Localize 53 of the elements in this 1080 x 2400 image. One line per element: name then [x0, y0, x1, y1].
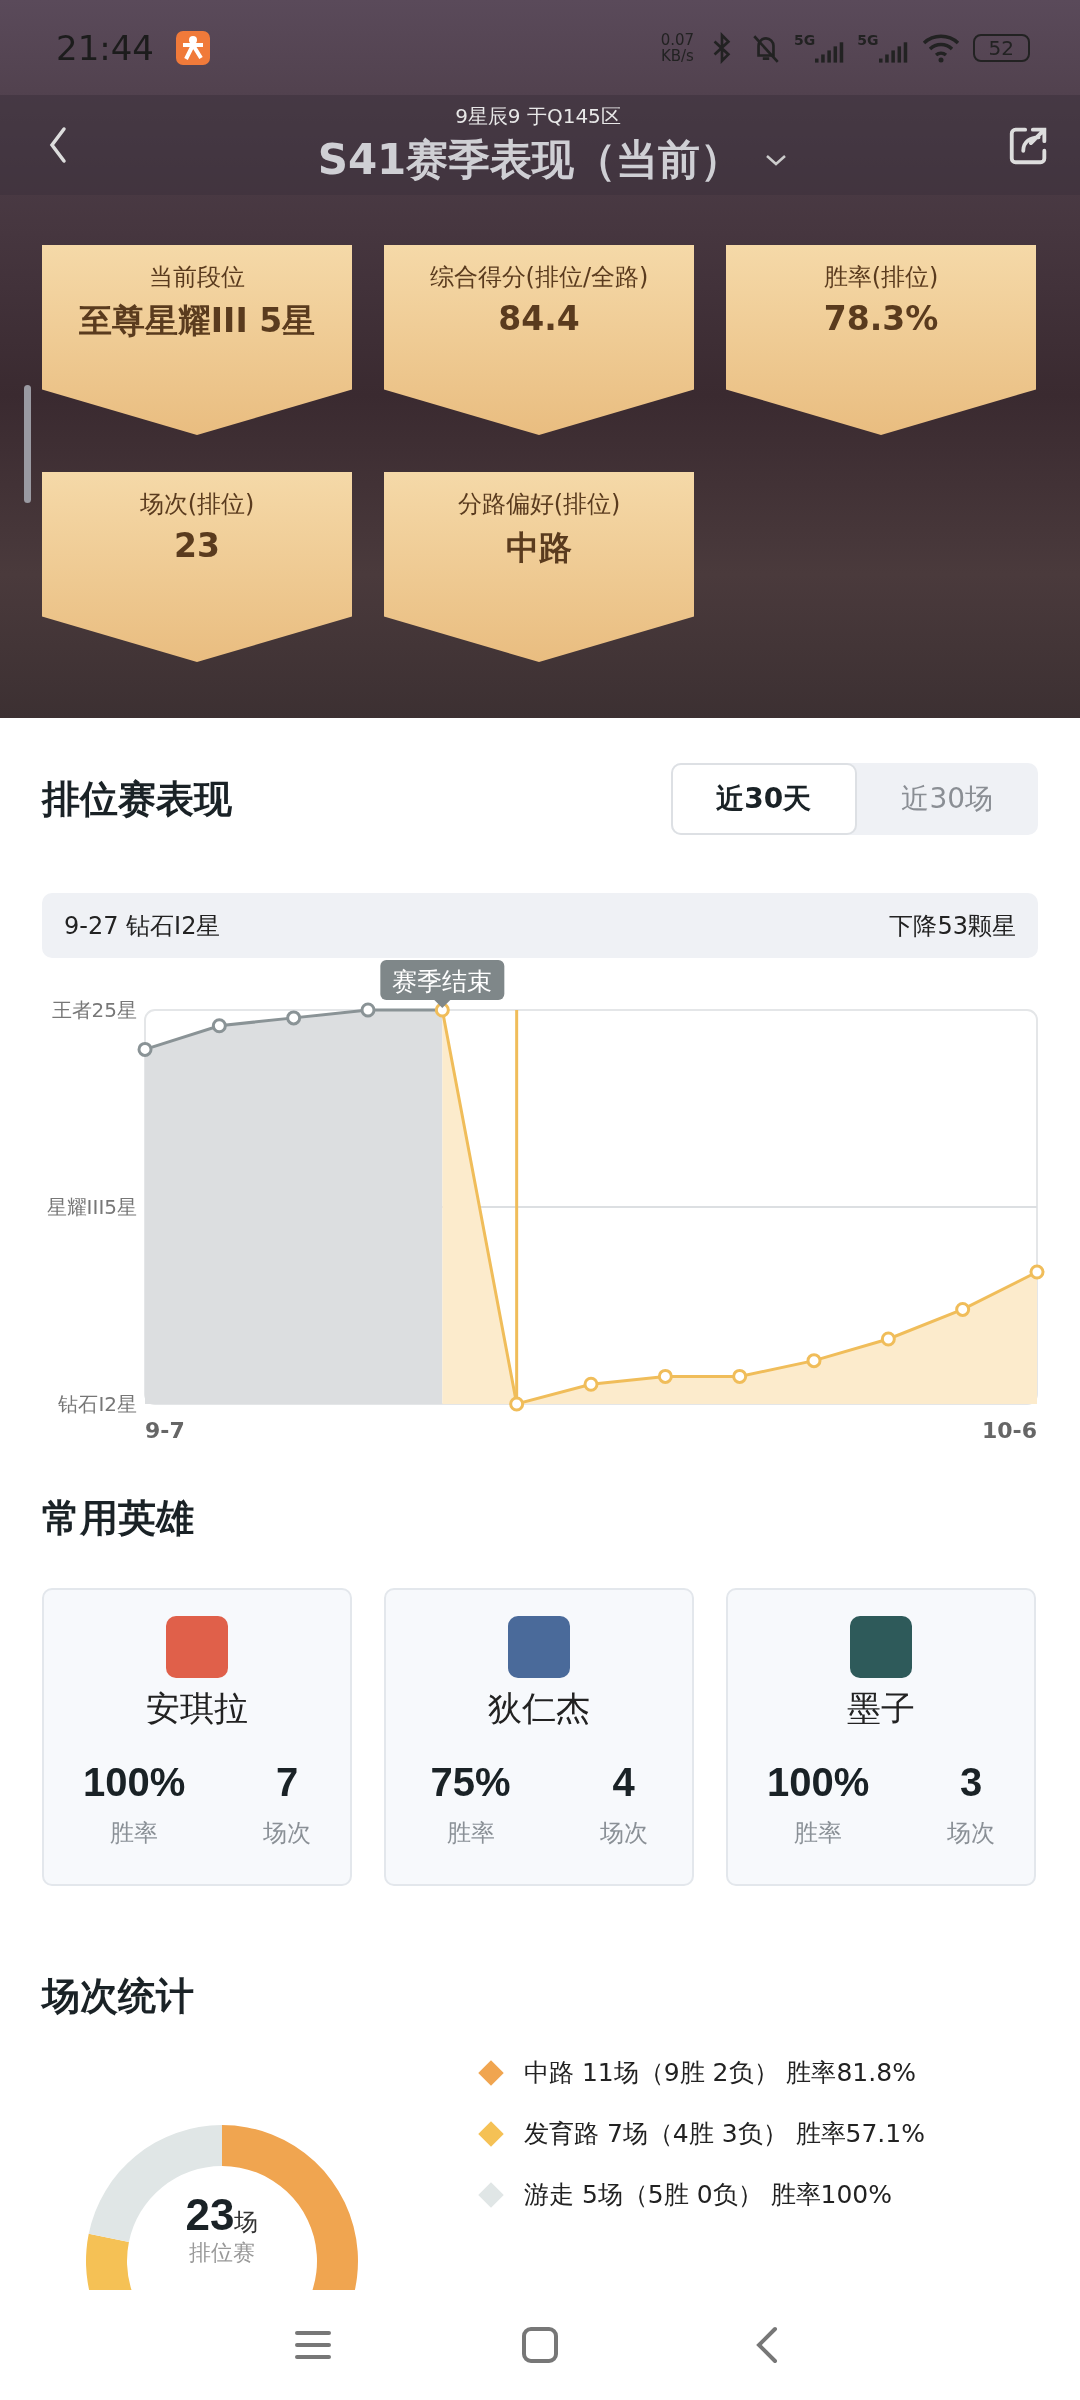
hero-name: 墨子: [847, 1687, 915, 1730]
y-axis-label: 王者25星: [51, 998, 137, 1022]
win-rate-value: 100%: [766, 1760, 870, 1805]
stat-value: 84.4: [498, 299, 580, 338]
hero-name: 安琪拉: [146, 1687, 248, 1730]
total-games-unit: 场: [234, 2208, 259, 2238]
tooltip-text: 赛季结束: [392, 967, 493, 996]
hero-card[interactable]: 狄仁杰 75% 胜率 4 场次: [384, 1588, 694, 1886]
selected-point-label: 9-27 钻石I2星: [64, 910, 221, 942]
games-value: 7: [275, 1760, 299, 1805]
signal-icon: [815, 39, 846, 64]
signal-icon: [878, 39, 909, 64]
win-rate-label: 胜率: [794, 1818, 843, 1849]
clock-time: 21:44: [56, 27, 154, 68]
stat-value: 78.3%: [823, 299, 939, 338]
games-value: 3: [959, 1760, 983, 1805]
stat-value: 至尊星耀III 5星: [78, 300, 316, 342]
stat-label: 当前段位: [149, 262, 245, 293]
y-axis-label: 星耀III5星: [46, 1195, 137, 1219]
hero-card[interactable]: 安琪拉 100% 胜率 7 场次: [42, 1588, 352, 1886]
y-axis-label: 钻石I2星: [58, 1392, 137, 1416]
win-rate-value: 75%: [430, 1760, 511, 1805]
x-axis-label: 10-6: [981, 1418, 1037, 1443]
games-label: 场次: [263, 1818, 312, 1849]
games-value: 4: [612, 1760, 635, 1805]
win-rate-value: 100%: [82, 1760, 186, 1805]
stat-value: 23: [174, 526, 220, 565]
legend-text: 游走 5场（5胜 0负） 胜率100%: [524, 2179, 893, 2211]
legend-text: 发育路 7场（4胜 3负） 胜率57.1%: [524, 2118, 925, 2150]
home-icon[interactable]: [520, 2325, 560, 2365]
total-games-label: 排位赛: [189, 2239, 255, 2267]
star-change-label: 下降53颗星: [889, 910, 1016, 942]
page-title[interactable]: S41赛季表现（当前）: [317, 131, 743, 188]
games-label: 场次: [947, 1818, 996, 1849]
hero-card[interactable]: 墨子 100% 胜率 3 场次: [726, 1588, 1036, 1886]
win-rate-label: 胜率: [446, 1818, 495, 1849]
section-title: 常用英雄: [42, 1495, 195, 1542]
section-title: 排位赛表现: [42, 775, 232, 823]
section-title: 场次统计: [42, 1973, 195, 2020]
stat-label: 胜率(排位): [823, 262, 939, 293]
stat-label: 场次(排位): [139, 489, 255, 520]
stat-label: 综合得分(排位/全路): [429, 262, 649, 293]
stat-label: 分路偏好(排位): [457, 489, 621, 520]
total-games-value: 23: [185, 2193, 235, 2237]
hero-name: 狄仁杰: [488, 1687, 590, 1730]
x-axis-label: 9-7: [145, 1418, 185, 1443]
stat-value: 中路: [506, 527, 572, 569]
win-rate-label: 胜率: [110, 1818, 159, 1849]
period-tab[interactable]: 近30天: [671, 763, 857, 835]
player-server-label: 9星辰9 于Q145区: [455, 102, 621, 130]
games-label: 场次: [599, 1818, 648, 1849]
app-notification-icon: [176, 30, 210, 65]
legend-text: 中路 11场（9胜 2负） 胜率81.8%: [524, 2057, 916, 2089]
